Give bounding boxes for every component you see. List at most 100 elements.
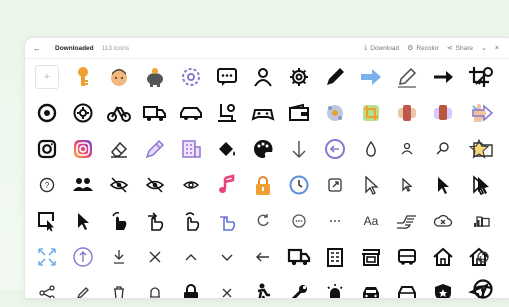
instagram-icon[interactable] — [29, 131, 65, 167]
palette-icon[interactable] — [245, 131, 281, 167]
person-icon[interactable] — [245, 59, 281, 95]
hourglass-color-icon[interactable] — [389, 95, 425, 131]
key-icon[interactable] — [65, 59, 101, 95]
hand-tap-color-icon[interactable] — [209, 203, 245, 239]
eraser-icon[interactable] — [101, 131, 137, 167]
chevron-down-icon[interactable] — [209, 239, 245, 275]
cloud-off-icon[interactable] — [425, 203, 461, 239]
hand-touch-icon[interactable] — [101, 203, 137, 239]
lock-icon[interactable] — [173, 275, 209, 298]
chat-dots-icon[interactable] — [209, 59, 245, 95]
recolor-button[interactable]: ⚙ Recolor — [407, 44, 439, 53]
building-icon[interactable] — [317, 239, 353, 275]
help-circle-icon[interactable]: ? — [29, 167, 65, 203]
back-icon[interactable]: ← — [33, 44, 47, 53]
recolor-label: Recolor — [416, 44, 439, 52]
bell-icon[interactable] — [137, 275, 173, 298]
film-reel-icon[interactable] — [465, 239, 501, 275]
cursor-small-icon[interactable] — [389, 167, 425, 203]
share-icon[interactable] — [29, 275, 65, 298]
settings-circle-icon[interactable] — [29, 95, 65, 131]
car-front-icon[interactable] — [353, 275, 389, 298]
paint-bucket-icon[interactable] — [209, 131, 245, 167]
share-button[interactable]: ⋖ Share — [447, 44, 473, 53]
clock-color-icon[interactable] — [281, 167, 317, 203]
lunchbox-color-icon[interactable] — [425, 95, 461, 131]
download-icon[interactable] — [101, 239, 137, 275]
siren-icon[interactable] — [317, 275, 353, 298]
gear-icon[interactable] — [281, 59, 317, 95]
arrow-right-icon[interactable] — [353, 59, 389, 95]
arrow-left-icon[interactable] — [245, 239, 281, 275]
bus-icon[interactable] — [389, 239, 425, 275]
eye-off-icon[interactable] — [137, 167, 173, 203]
instagram-color-icon[interactable] — [65, 131, 101, 167]
search-icon[interactable] — [425, 131, 461, 167]
pen-color-icon[interactable] — [137, 131, 173, 167]
expand-color-icon[interactable] — [29, 239, 65, 275]
piggy-bank-icon[interactable] — [137, 59, 173, 95]
close-icon[interactable]: × — [495, 45, 499, 52]
gear-color-icon[interactable] — [317, 95, 353, 131]
upload-circle-icon[interactable] — [65, 239, 101, 275]
eye-off-icon[interactable] — [101, 167, 137, 203]
pencil-small-icon[interactable] — [65, 275, 101, 298]
hand-swipe-icon[interactable] — [137, 203, 173, 239]
download-button[interactable]: ⤓ Download — [364, 44, 399, 52]
face-icon[interactable] — [101, 59, 137, 95]
cursor-icon[interactable] — [353, 167, 389, 203]
crop-color-icon[interactable] — [353, 95, 389, 131]
wrench-icon[interactable] — [281, 275, 317, 298]
group-icon[interactable] — [65, 167, 101, 203]
person-small-icon[interactable] — [389, 131, 425, 167]
cursor-bold-icon[interactable] — [425, 167, 461, 203]
store-icon[interactable] — [353, 239, 389, 275]
car-outline-icon[interactable] — [389, 275, 425, 298]
building-color-icon[interactable] — [173, 131, 209, 167]
seat-icon[interactable] — [209, 95, 245, 131]
close-small-icon[interactable] — [209, 275, 245, 298]
svg-text:?: ? — [45, 181, 50, 190]
pen-icon[interactable] — [317, 59, 353, 95]
share-box-icon[interactable] — [317, 167, 353, 203]
music-note-icon[interactable] — [209, 167, 245, 203]
add-icon-button[interactable]: + — [29, 59, 65, 95]
home-icon[interactable] — [425, 239, 461, 275]
settings-dots-icon[interactable] — [173, 59, 209, 95]
chevron-down-icon[interactable]: ⌄ — [481, 44, 487, 52]
car-icon[interactable] — [173, 95, 209, 131]
steering-wheel-icon[interactable] — [465, 271, 501, 307]
key-chain-icon[interactable] — [465, 59, 501, 95]
bicycle-icon[interactable] — [101, 95, 137, 131]
refresh-icon[interactable] — [245, 203, 281, 239]
back-circle-icon[interactable] — [317, 131, 353, 167]
cursor-box-icon[interactable] — [29, 203, 65, 239]
game-controller-icon[interactable] — [245, 95, 281, 131]
wallet-icon[interactable] — [281, 95, 317, 131]
folder-small-icon[interactable] — [465, 203, 501, 239]
chevron-up-icon[interactable] — [173, 239, 209, 275]
folder-icon[interactable] — [465, 131, 501, 167]
cursor-fill-icon[interactable] — [465, 167, 501, 203]
lock-color-icon[interactable] — [245, 167, 281, 203]
download-label: Download — [370, 44, 400, 52]
text-icon[interactable]: Aa — [353, 203, 389, 239]
close-icon[interactable] — [137, 239, 173, 275]
arrow-right-color-icon[interactable] — [465, 95, 501, 131]
truck-bold-icon[interactable] — [281, 239, 317, 275]
eye-icon[interactable] — [173, 167, 209, 203]
cursor-icon[interactable] — [65, 203, 101, 239]
hand-tap-icon[interactable] — [173, 203, 209, 239]
trash-icon[interactable] — [101, 275, 137, 298]
hand-point-icon[interactable] — [389, 203, 425, 239]
truck-icon[interactable] — [137, 95, 173, 131]
shield-icon[interactable] — [425, 275, 461, 298]
more-icon[interactable] — [317, 203, 353, 239]
pencil-icon[interactable] — [389, 59, 425, 95]
worker-icon[interactable] — [245, 275, 281, 298]
settings-round-icon[interactable] — [65, 95, 101, 131]
more-circle-icon[interactable] — [281, 203, 317, 239]
arrow-down-icon[interactable] — [281, 131, 317, 167]
water-drop-icon[interactable] — [353, 131, 389, 167]
arrow-right-bold-icon[interactable] — [425, 59, 461, 95]
